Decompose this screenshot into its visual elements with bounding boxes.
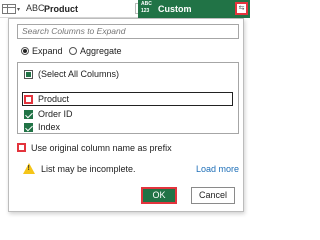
select-all-checkbox[interactable] — [24, 70, 33, 79]
column-name-custom: Custom — [158, 4, 192, 14]
columns-list: (Select All Columns) Product Order ID In… — [17, 62, 239, 134]
product-checkbox[interactable] — [24, 95, 33, 104]
expand-radio-label: Expand — [32, 46, 63, 56]
column-name-product: Product — [44, 4, 79, 14]
ok-button[interactable]: OK — [141, 187, 177, 204]
column-header-product[interactable]: ABC Product ▼ — [22, 0, 146, 18]
column-header-strip: ▾ ABC Product ▼ ABC 123 Custom ⇆ — [0, 0, 250, 18]
expand-radio-button[interactable] — [21, 47, 29, 55]
table-menu-chevron-icon[interactable]: ▾ — [17, 6, 20, 13]
list-item-label: Order ID — [38, 109, 73, 119]
type-icon-bottom-text: 123 — [141, 8, 150, 14]
expand-arrows-icon: ⇆ — [238, 5, 245, 12]
expand-popup: Search Columns to Expand Expand Aggregat… — [8, 18, 244, 212]
text-type-icon[interactable]: ABC — [26, 3, 45, 13]
warning-icon: ! — [23, 163, 35, 174]
list-item-label: (Select All Columns) — [38, 69, 120, 79]
type-icon-top-text: ABC — [141, 1, 152, 7]
search-columns-input[interactable]: Search Columns to Expand — [17, 24, 239, 39]
cancel-button[interactable]: Cancel — [191, 187, 235, 204]
list-item-label: Product — [38, 94, 70, 104]
use-prefix-label: Use original column name as prefix — [31, 143, 172, 153]
list-item-label: Index — [38, 122, 61, 132]
order-id-checkbox[interactable] — [24, 110, 33, 119]
aggregate-radio-button[interactable] — [69, 47, 77, 55]
index-checkbox[interactable] — [24, 123, 33, 132]
column-header-custom[interactable]: ABC 123 Custom ⇆ — [138, 0, 250, 18]
any-type-icon[interactable]: ABC 123 — [141, 1, 155, 15]
expand-column-button[interactable]: ⇆ — [235, 2, 248, 15]
load-more-link[interactable]: Load more — [196, 162, 239, 176]
table-icon[interactable] — [2, 4, 16, 14]
warning-text: List may be incomplete. — [41, 164, 136, 174]
incomplete-warning: ! List may be incomplete. Load more — [23, 162, 239, 176]
aggregate-radio-label: Aggregate — [80, 46, 122, 56]
use-prefix-checkbox[interactable] — [17, 143, 26, 152]
